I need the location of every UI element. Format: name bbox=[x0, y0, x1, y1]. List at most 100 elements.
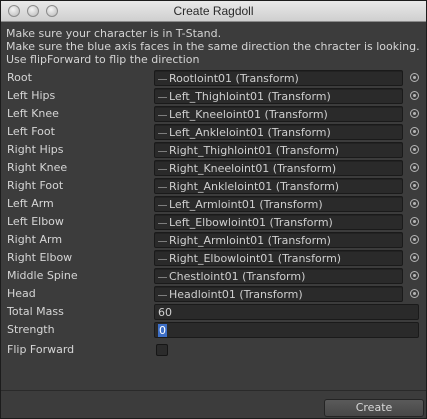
object-field-value: Right_Elbowloint01 (Transform) bbox=[169, 252, 342, 265]
create-ragdoll-window: Create Ragdoll Make sure your character … bbox=[0, 0, 427, 419]
strength-value: 0 bbox=[158, 324, 167, 337]
object-picker-icon[interactable] bbox=[410, 271, 419, 280]
help-line: Make sure your character is in T-Stand. bbox=[6, 27, 222, 40]
bone-row-left-elbow: Left Elbow Left_Elbowloint01 (Transform) bbox=[1, 213, 426, 231]
transform-icon bbox=[158, 185, 167, 188]
object-picker-icon[interactable] bbox=[410, 235, 419, 244]
total-mass-input[interactable]: 60 bbox=[154, 304, 419, 320]
title-bar: Create Ragdoll bbox=[1, 1, 426, 22]
bone-row-root: Root Rootloint01 (Transform) bbox=[1, 69, 426, 87]
transform-icon bbox=[158, 203, 167, 206]
object-picker-icon[interactable] bbox=[410, 199, 419, 208]
strength-input[interactable]: 0 bbox=[154, 322, 419, 338]
bone-row-left-foot: Left Foot Left_Ankleloint01 (Transform) bbox=[1, 123, 426, 141]
close-window-button[interactable] bbox=[8, 5, 20, 17]
bone-row-left-knee: Left Knee Left_Kneeloint01 (Transform) bbox=[1, 105, 426, 123]
object-field-value: Rootloint01 (Transform) bbox=[169, 72, 299, 85]
bone-row-right-foot: Right Foot Right_Ankleloint01 (Transform… bbox=[1, 177, 426, 195]
object-field[interactable]: Headloint01 (Transform) bbox=[154, 286, 403, 302]
object-picker-icon[interactable] bbox=[410, 217, 419, 226]
object-picker-icon[interactable] bbox=[410, 145, 419, 154]
transform-icon bbox=[158, 221, 167, 224]
object-field[interactable]: Chestloint01 (Transform) bbox=[154, 268, 403, 284]
object-picker-icon[interactable] bbox=[410, 127, 419, 136]
field-label: Root bbox=[7, 71, 32, 84]
bone-row-right-arm: Right Arm Right_Armloint01 (Transform) bbox=[1, 231, 426, 249]
object-picker-icon[interactable] bbox=[410, 181, 419, 190]
total-mass-row: Total Mass 60 bbox=[1, 303, 426, 321]
help-line: Make sure the blue axis faces in the sam… bbox=[6, 40, 420, 53]
object-field-value: Left_Thighloint01 (Transform) bbox=[169, 90, 331, 103]
object-field[interactable]: Right_Kneeloint01 (Transform) bbox=[154, 160, 403, 176]
object-field[interactable]: Right_Elbowloint01 (Transform) bbox=[154, 250, 403, 266]
bone-row-left-arm: Left Arm Left_Armloint01 (Transform) bbox=[1, 195, 426, 213]
transform-icon bbox=[158, 149, 167, 152]
divider bbox=[1, 390, 426, 391]
bone-row-middle-spine: Middle Spine Chestloint01 (Transform) bbox=[1, 267, 426, 285]
object-field[interactable]: Left_Ankleloint01 (Transform) bbox=[154, 124, 403, 140]
field-label: Right Foot bbox=[7, 179, 64, 192]
transform-icon bbox=[158, 239, 167, 242]
field-label: Left Elbow bbox=[7, 215, 64, 228]
transform-icon bbox=[158, 167, 167, 170]
total-mass-value: 60 bbox=[158, 306, 172, 319]
strength-label: Strength bbox=[7, 323, 55, 336]
object-field-value: Headloint01 (Transform) bbox=[169, 288, 303, 301]
bone-row-right-knee: Right Knee Right_Kneeloint01 (Transform) bbox=[1, 159, 426, 177]
flip-forward-row: Flip Forward bbox=[1, 341, 426, 359]
object-field[interactable]: Right_Ankleloint01 (Transform) bbox=[154, 178, 403, 194]
field-label: Middle Spine bbox=[7, 269, 78, 282]
object-picker-icon[interactable] bbox=[410, 91, 419, 100]
object-field[interactable]: Right_Thighloint01 (Transform) bbox=[154, 142, 403, 158]
zoom-window-button[interactable] bbox=[46, 5, 58, 17]
object-picker-icon[interactable] bbox=[410, 73, 419, 82]
field-label: Left Foot bbox=[7, 125, 55, 138]
field-label: Left Arm bbox=[7, 197, 54, 210]
object-field-value: Chestloint01 (Transform) bbox=[169, 270, 306, 283]
object-picker-icon[interactable] bbox=[410, 289, 419, 298]
object-field-value: Right_Thighloint01 (Transform) bbox=[169, 144, 340, 157]
bone-row-right-elbow: Right Elbow Right_Elbowloint01 (Transfor… bbox=[1, 249, 426, 267]
field-label: Right Elbow bbox=[7, 251, 73, 264]
object-field[interactable]: Right_Armloint01 (Transform) bbox=[154, 232, 403, 248]
object-field-value: Left_Armloint01 (Transform) bbox=[169, 198, 323, 211]
flip-forward-checkbox[interactable] bbox=[156, 344, 168, 356]
field-label: Left Hips bbox=[7, 89, 56, 102]
object-field-value: Right_Kneeloint01 (Transform) bbox=[169, 162, 337, 175]
object-field[interactable]: Left_Elbowloint01 (Transform) bbox=[154, 214, 403, 230]
help-line: Use flipForward to flip the direction bbox=[6, 53, 200, 66]
object-field-value: Left_Elbowloint01 (Transform) bbox=[169, 216, 333, 229]
total-mass-label: Total Mass bbox=[7, 305, 64, 318]
field-label: Left Knee bbox=[7, 107, 59, 120]
bone-row-left-hips: Left Hips Left_Thighloint01 (Transform) bbox=[1, 87, 426, 105]
object-field-value: Right_Armloint01 (Transform) bbox=[169, 234, 331, 247]
transform-icon bbox=[158, 275, 167, 278]
transform-icon bbox=[158, 113, 167, 116]
transform-icon bbox=[158, 293, 167, 296]
create-button[interactable]: Create bbox=[324, 399, 424, 417]
field-label: Right Knee bbox=[7, 161, 68, 174]
object-picker-icon[interactable] bbox=[410, 109, 419, 118]
window-title: Create Ragdoll bbox=[173, 4, 254, 18]
object-picker-icon[interactable] bbox=[410, 163, 419, 172]
object-field-value: Right_Ankleloint01 (Transform) bbox=[169, 180, 340, 193]
object-field[interactable]: Left_Thighloint01 (Transform) bbox=[154, 88, 403, 104]
object-field[interactable]: Rootloint01 (Transform) bbox=[154, 70, 403, 86]
transform-icon bbox=[158, 77, 167, 80]
transform-icon bbox=[158, 95, 167, 98]
field-label: Right Hips bbox=[7, 143, 64, 156]
transform-icon bbox=[158, 131, 167, 134]
object-field[interactable]: Left_Kneeloint01 (Transform) bbox=[154, 106, 403, 122]
bone-row-right-hips: Right Hips Right_Thighloint01 (Transform… bbox=[1, 141, 426, 159]
object-field[interactable]: Left_Armloint01 (Transform) bbox=[154, 196, 403, 212]
flip-forward-label: Flip Forward bbox=[7, 343, 75, 356]
strength-row: Strength 0 bbox=[1, 321, 426, 339]
field-label: Head bbox=[7, 287, 36, 300]
help-text: Make sure your character is in T-Stand. … bbox=[6, 27, 421, 66]
field-label: Right Arm bbox=[7, 233, 63, 246]
object-field-value: Left_Kneeloint01 (Transform) bbox=[169, 108, 328, 121]
object-picker-icon[interactable] bbox=[410, 253, 419, 262]
transform-icon bbox=[158, 257, 167, 260]
object-field-value: Left_Ankleloint01 (Transform) bbox=[169, 126, 331, 139]
minimize-window-button[interactable] bbox=[27, 5, 39, 17]
